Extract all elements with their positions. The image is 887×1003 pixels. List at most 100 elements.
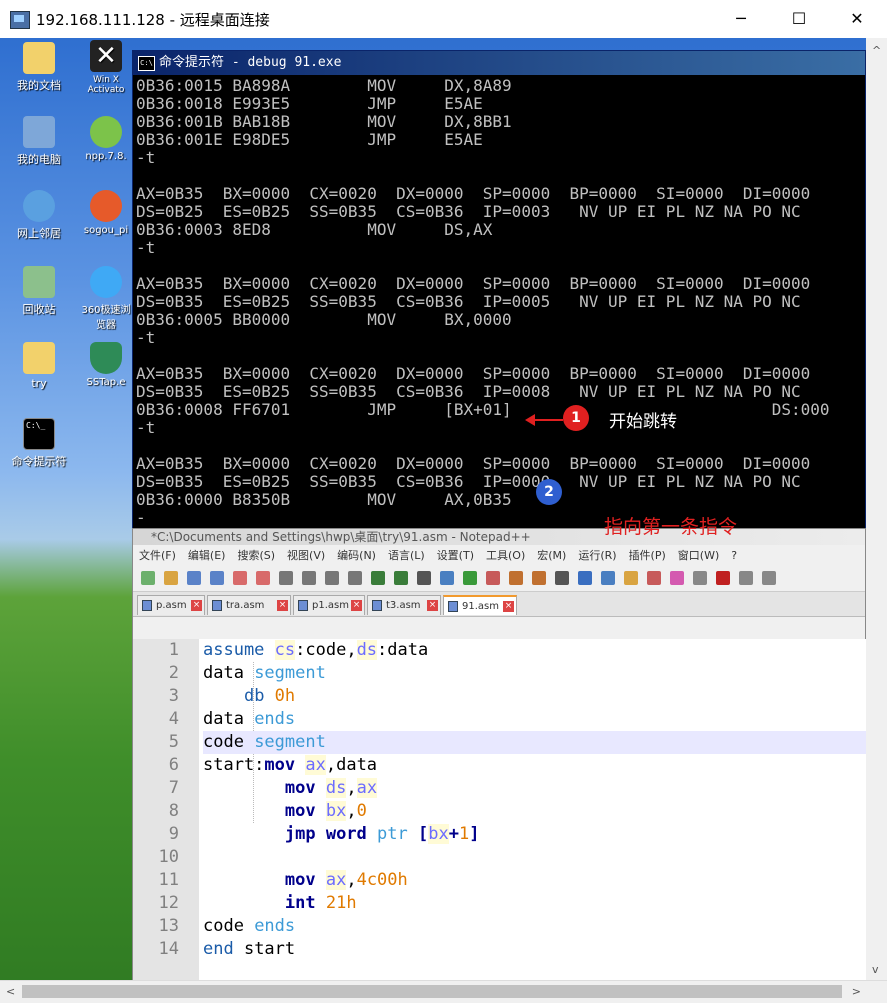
annotation-text-2: 指向第一条指令 xyxy=(604,516,738,538)
scroll-up-arrow[interactable]: ^ xyxy=(872,44,881,57)
menu-item[interactable]: 设置(T) xyxy=(437,549,474,562)
code-line: end start xyxy=(203,938,866,961)
notepadpp-window[interactable]: *C:\Documents and Settings\hwp\桌面\try\91… xyxy=(132,528,866,989)
cmd-window[interactable]: C:\ 命令提示符 - debug 91.exe 0B36:0015 BA898… xyxy=(132,50,866,530)
token: data xyxy=(203,663,255,683)
menu-item[interactable]: 文件(F) xyxy=(139,549,176,562)
toolbar-button-icon[interactable] xyxy=(302,571,316,585)
desktop-icon-my-computer[interactable]: 我的电脑 xyxy=(4,116,74,167)
menu-item[interactable]: 搜索(S) xyxy=(237,549,275,562)
line-number: 14 xyxy=(158,939,179,959)
scroll-right-arrow[interactable]: > xyxy=(852,985,861,998)
token: end xyxy=(203,939,244,959)
code-line: jmp word ptr [bx+1] xyxy=(203,823,866,846)
cmd-line: -t xyxy=(136,329,156,347)
toolbar-button-icon[interactable] xyxy=(210,571,224,585)
toolbar-button-icon[interactable] xyxy=(670,571,684,585)
desktop-icon-try[interactable]: try xyxy=(4,342,74,390)
toolbar-button-icon[interactable] xyxy=(486,571,500,585)
toolbar-button-icon[interactable] xyxy=(647,571,661,585)
desktop-icon-my-documents[interactable]: 我的文档 xyxy=(4,42,74,93)
annotation-text-1: 开始跳转 xyxy=(609,412,677,432)
toolbar-button-icon[interactable] xyxy=(463,571,477,585)
cmd-line: 0B36:0000 B8350B MOV AX,0B35 xyxy=(136,491,512,509)
desktop-icon-network[interactable]: 网上邻居 xyxy=(4,190,74,241)
menu-item[interactable]: ? xyxy=(731,549,737,562)
desktop-icon-npp[interactable]: npp.7.8. xyxy=(80,116,132,162)
menu-item[interactable]: 窗口(W) xyxy=(678,549,719,562)
toolbar-button-icon[interactable] xyxy=(141,571,155,585)
computer-icon xyxy=(23,116,55,148)
toolbar-button-icon[interactable] xyxy=(739,571,753,585)
code-area[interactable]: assume cs:code,ds:data data segment db 0… xyxy=(203,639,866,961)
tab-close-icon[interactable]: × xyxy=(427,600,438,611)
toolbar-button-icon[interactable] xyxy=(578,571,592,585)
toolbar-button-icon[interactable] xyxy=(624,571,638,585)
toolbar-button-icon[interactable] xyxy=(417,571,431,585)
menu-item[interactable]: 编辑(E) xyxy=(188,549,226,562)
scroll-thumb[interactable] xyxy=(22,985,842,998)
desktop-icon-cmd[interactable]: C:\_ 命令提示符 xyxy=(4,418,74,469)
maximize-button[interactable]: ☐ xyxy=(770,0,828,38)
shield-icon xyxy=(90,342,122,374)
menu-item[interactable]: 视图(V) xyxy=(287,549,325,562)
menu-item[interactable]: 编码(N) xyxy=(337,549,376,562)
desktop-icon-winx[interactable]: ✕ Win X Activato xyxy=(80,40,132,95)
vertical-scrollbar[interactable]: ^ v xyxy=(866,38,887,980)
toolbar-button-icon[interactable] xyxy=(532,571,546,585)
tab-close-icon[interactable]: × xyxy=(351,600,362,611)
close-button[interactable]: ✕ xyxy=(828,0,886,38)
toolbar xyxy=(133,567,865,592)
tab-file[interactable]: tra.asm × xyxy=(207,595,291,615)
toolbar-button-icon[interactable] xyxy=(348,571,362,585)
desktop-icon-sstap[interactable]: SSTap.e xyxy=(80,342,132,388)
line-number: 9 xyxy=(168,824,179,844)
cmd-title: 命令提示符 - debug 91.exe xyxy=(159,55,342,70)
annotation-arrow xyxy=(525,414,563,426)
tab-file[interactable]: p1.asm × xyxy=(293,595,365,615)
editor[interactable]: 1 2 3 4 5 6 7 8 9 10 11 12 13 14 assume cs:code,ds:da… xyxy=(133,639,866,989)
toolbar-button-icon[interactable] xyxy=(394,571,408,585)
scroll-left-arrow[interactable]: < xyxy=(6,985,15,998)
cmd-line: - xyxy=(136,509,146,527)
toolbar-button-icon[interactable] xyxy=(279,571,293,585)
tab-close-icon[interactable]: × xyxy=(191,600,202,611)
token: ends xyxy=(254,709,296,729)
toolbar-button-icon[interactable] xyxy=(233,571,247,585)
file-icon xyxy=(212,600,222,611)
toolbar-button-icon[interactable] xyxy=(555,571,569,585)
desktop-icon-360[interactable]: 360极速浏览器 xyxy=(80,266,132,331)
tab-close-icon[interactable]: × xyxy=(503,601,514,612)
toolbar-button-icon[interactable] xyxy=(187,571,201,585)
line-number: 10 xyxy=(158,847,179,867)
tab-file[interactable]: p.asm × xyxy=(137,595,205,615)
token: ds xyxy=(356,640,378,660)
cmd-output: 0B36:0015 BA898A MOV DX,8A89 0B36:0018 E9… xyxy=(133,75,865,527)
toolbar-button-icon[interactable] xyxy=(440,571,454,585)
toolbar-button-icon[interactable] xyxy=(325,571,339,585)
token: bx xyxy=(428,824,449,844)
toolbar-button-icon[interactable] xyxy=(164,571,178,585)
toolbar-button-icon[interactable] xyxy=(716,571,730,585)
toolbar-button-icon[interactable] xyxy=(256,571,270,585)
menu-item[interactable]: 运行(R) xyxy=(578,549,616,562)
tab-close-icon[interactable]: × xyxy=(277,600,288,611)
horizontal-scrollbar[interactable]: < > xyxy=(0,980,887,1003)
token: segment xyxy=(254,732,326,752)
desktop-icon-recycle-bin[interactable]: 回收站 xyxy=(4,266,74,317)
toolbar-button-icon[interactable] xyxy=(693,571,707,585)
menu-item[interactable]: 宏(M) xyxy=(537,549,566,562)
menu-item[interactable]: 工具(O) xyxy=(486,549,525,562)
minimize-button[interactable]: ─ xyxy=(712,0,770,38)
toolbar-button-icon[interactable] xyxy=(509,571,523,585)
menu-item[interactable]: 语言(L) xyxy=(388,549,425,562)
toolbar-button-icon[interactable] xyxy=(601,571,615,585)
cmd-line xyxy=(136,257,865,275)
desktop-icon-sogou[interactable]: sogou_pi xyxy=(80,190,132,236)
toolbar-button-icon[interactable] xyxy=(762,571,776,585)
tab-file[interactable]: 91.asm × xyxy=(443,595,517,615)
toolbar-button-icon[interactable] xyxy=(371,571,385,585)
tab-file[interactable]: t3.asm × xyxy=(367,595,441,615)
scroll-down-arrow[interactable]: v xyxy=(872,963,879,976)
menu-item[interactable]: 插件(P) xyxy=(629,549,666,562)
